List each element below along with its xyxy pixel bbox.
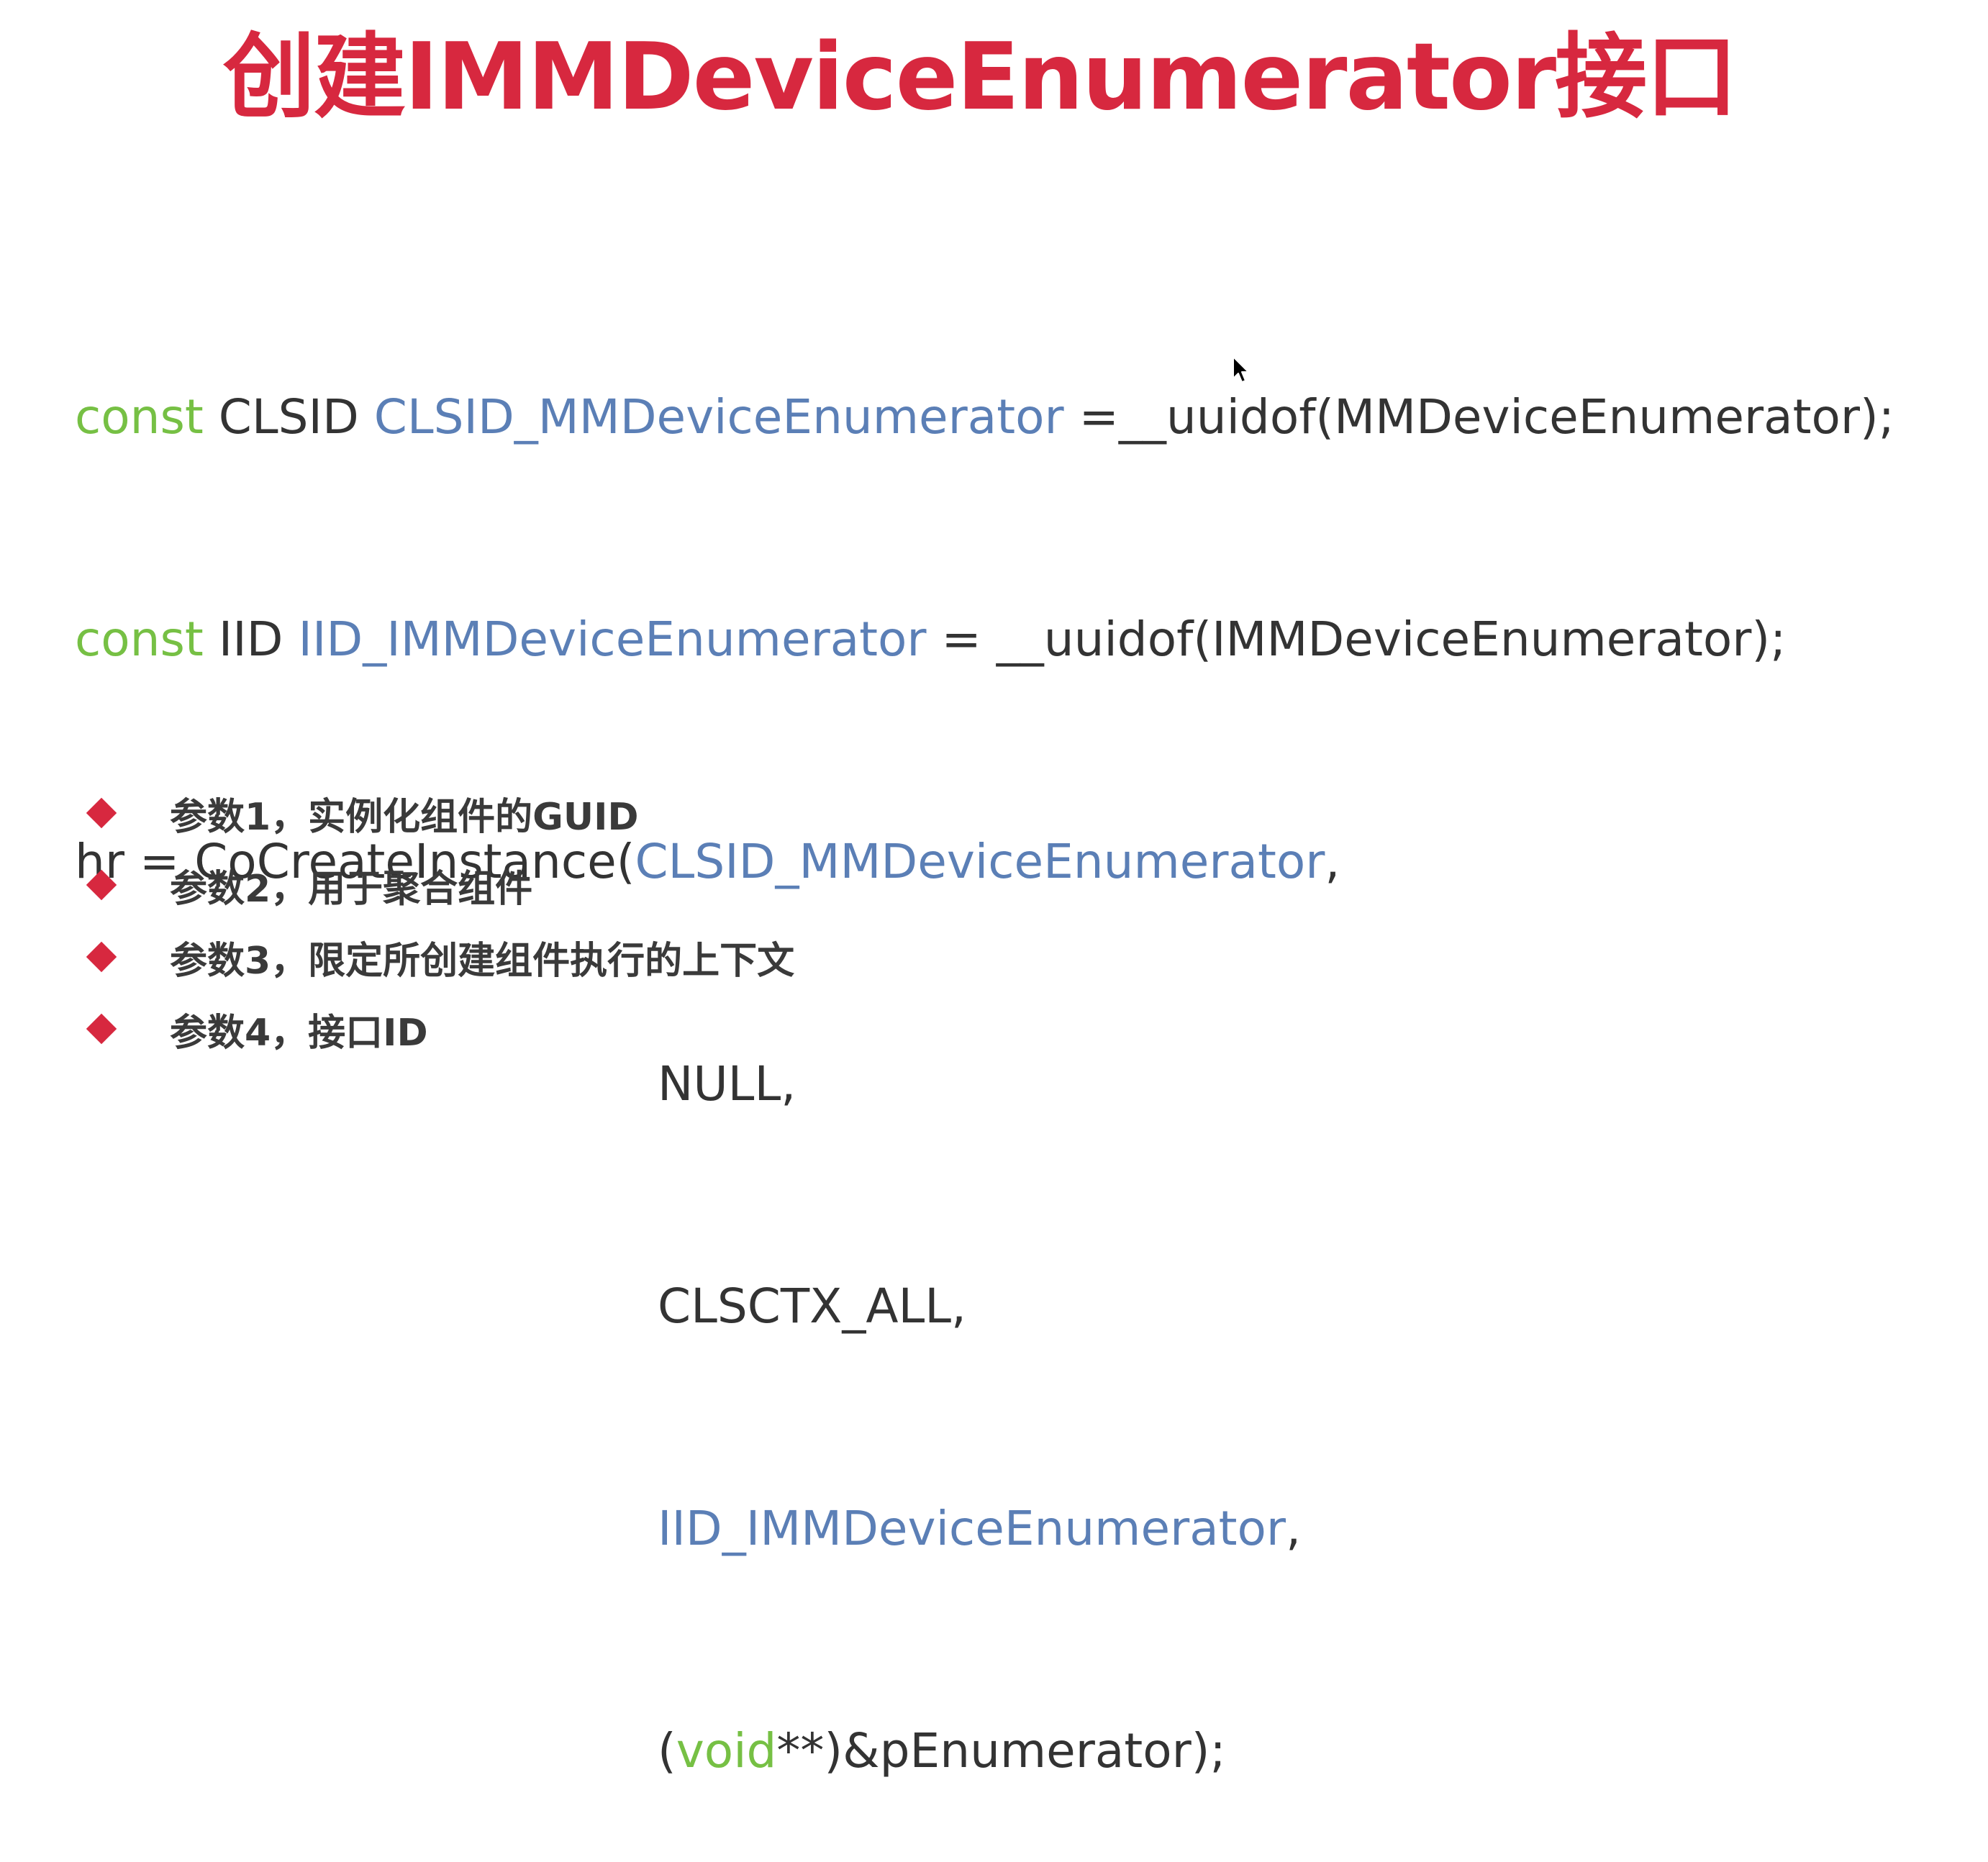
bullet-text: 参数1，实例化组件的GUID <box>170 795 639 839</box>
bullet-list: 参数1，实例化组件的GUID 参数2，用于聚合组件 参数3，限定所创建组件执行的… <box>85 777 794 1065</box>
code-text: NULL, <box>658 1056 796 1112</box>
list-item: 参数3，限定所创建组件执行的上下文 <box>85 921 794 993</box>
code-line-6: IID_IMMDeviceEnumerator, <box>75 1491 1894 1566</box>
slide-title: 创建IMMDeviceEnumerator接口 <box>223 24 1738 131</box>
identifier: CLSID_MMDeviceEnumerator <box>635 834 1325 889</box>
keyword-const: const <box>75 389 204 445</box>
identifier: CLSID_MMDeviceEnumerator <box>373 389 1064 445</box>
diamond-bullet-icon <box>86 797 117 829</box>
type-name: CLSID <box>203 389 374 445</box>
list-item: 参数1，实例化组件的GUID <box>85 777 639 849</box>
bullet-text: 参数3，限定所创建组件执行的上下文 <box>170 939 795 983</box>
code-line-1: const CLSID CLSID_MMDeviceEnumerator =__… <box>75 380 1894 454</box>
diamond-bullet-icon <box>86 941 117 973</box>
mouse-pointer-icon <box>1233 356 1249 383</box>
keyword-const: const <box>75 612 204 667</box>
code-text: ( <box>658 1723 676 1779</box>
code-line-4: NULL, <box>75 1047 1894 1121</box>
code-text: CLSCTX_ALL, <box>658 1279 967 1334</box>
bullet-text: 参数2，用于聚合组件 <box>170 867 533 911</box>
diamond-bullet-icon <box>86 869 117 901</box>
type-name: IID <box>203 612 299 667</box>
bullet-text: 参数4，接口ID <box>170 1011 428 1055</box>
diamond-bullet-icon <box>86 1013 117 1045</box>
list-item: 参数2，用于聚合组件 <box>85 849 532 921</box>
code-text: **)&pEnumerator); <box>776 1723 1226 1779</box>
identifier: IID_IMMDeviceEnumerator <box>298 612 927 667</box>
code-text: , <box>1325 834 1340 889</box>
code-text: = __uuidof(IMMDeviceEnumerator); <box>926 612 1787 667</box>
code-line-7: (void**)&pEnumerator); <box>75 1714 1894 1788</box>
code-text: , <box>1286 1501 1302 1556</box>
identifier: IID_IMMDeviceEnumerator <box>658 1501 1286 1556</box>
code-text: =__uuidof(MMDeviceEnumerator); <box>1063 389 1894 445</box>
code-line-5: CLSCTX_ALL, <box>75 1269 1894 1343</box>
list-item: 参数4，接口ID <box>85 993 428 1065</box>
code-line-2: const IID IID_IMMDeviceEnumerator = __uu… <box>75 602 1894 676</box>
keyword-void: void <box>676 1723 777 1779</box>
